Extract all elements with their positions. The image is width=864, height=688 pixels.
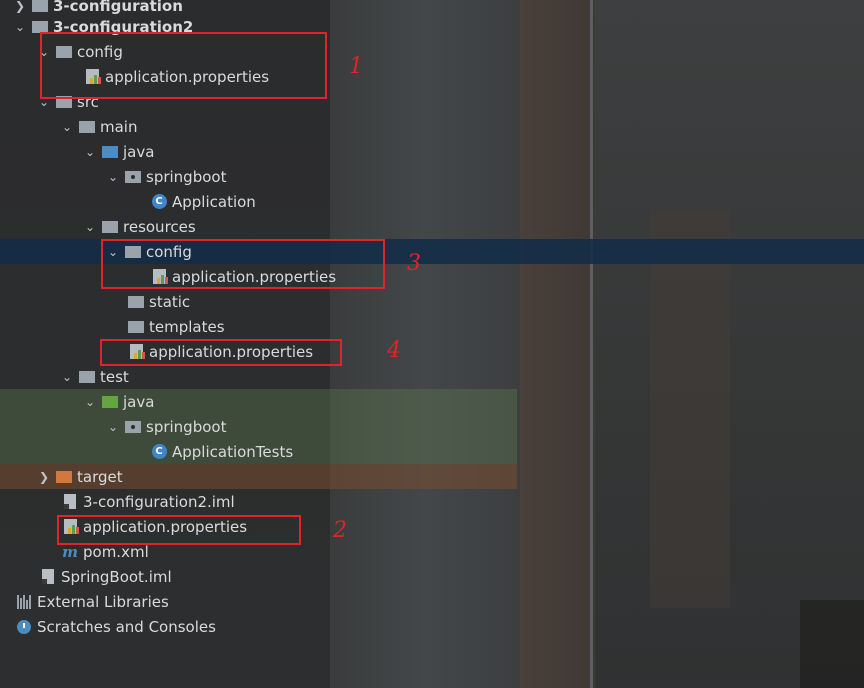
tree-item-label: test	[100, 367, 129, 386]
libraries-icon	[16, 594, 32, 610]
annotation-box-2	[57, 515, 301, 545]
iml-file-icon	[40, 569, 56, 585]
annotation-number-2: 2	[333, 518, 347, 543]
tree-row-templates[interactable]: templates	[0, 314, 864, 339]
chevron-down-icon[interactable]: ⌄	[59, 119, 75, 135]
spring-class-icon: C	[151, 194, 167, 210]
chevron-down-icon[interactable]: ⌄	[105, 169, 121, 185]
tree-item-label: 3-configuration	[53, 0, 183, 15]
annotation-number-4: 4	[387, 338, 401, 363]
chevron-down-icon[interactable]: ⌄	[105, 419, 121, 435]
tree-item-label: static	[149, 292, 191, 311]
tree-row-application-tests-class[interactable]: C ApplicationTests	[0, 439, 517, 464]
folder-icon	[128, 319, 144, 335]
scratches-icon	[16, 619, 32, 635]
tree-item-label: templates	[149, 317, 225, 336]
tree-item-label: ApplicationTests	[172, 442, 294, 461]
tree-item-label: pom.xml	[83, 542, 149, 561]
module-folder-icon	[32, 0, 48, 14]
tree-item-label: External Libraries	[37, 592, 169, 611]
package-icon	[125, 169, 141, 185]
tree-item-label: Scratches and Consoles	[37, 617, 216, 636]
folder-icon	[79, 369, 95, 385]
tree-item-label: java	[123, 392, 155, 411]
tree-item-label: java	[123, 142, 155, 161]
tree-row-test-java[interactable]: ⌄ java	[0, 389, 517, 414]
annotation-box-1	[40, 32, 327, 99]
resources-folder-icon	[102, 219, 118, 235]
iml-file-icon	[62, 494, 78, 510]
chevron-down-icon[interactable]: ⌄	[82, 144, 98, 160]
package-icon	[125, 419, 141, 435]
chevron-right-icon[interactable]: ❯	[12, 0, 28, 14]
annotation-number-3: 3	[407, 251, 421, 276]
chevron-down-icon[interactable]: ⌄	[82, 219, 98, 235]
folder-icon	[79, 119, 95, 135]
tree-item-label: SpringBoot.iml	[61, 567, 172, 586]
tree-row-test[interactable]: ⌄ test	[0, 364, 864, 389]
tree-row-main[interactable]: ⌄ main	[0, 114, 864, 139]
tree-item-label: Application	[172, 192, 256, 211]
source-folder-icon	[102, 144, 118, 160]
tree-row-resources[interactable]: ⌄ resources	[0, 214, 864, 239]
folder-icon	[128, 294, 144, 310]
annotation-box-3	[101, 239, 385, 289]
tree-row-external-libraries[interactable]: External Libraries	[0, 589, 864, 614]
chevron-down-icon[interactable]: ⌄	[82, 394, 98, 410]
tree-row-scratches[interactable]: Scratches and Consoles	[0, 614, 864, 639]
tree-item-label: springboot	[146, 417, 227, 436]
tree-row-application-class[interactable]: C Application	[0, 189, 864, 214]
chevron-right-icon[interactable]: ❯	[36, 469, 52, 485]
annotation-number-1: 1	[349, 54, 363, 79]
tree-item-label: target	[77, 467, 123, 486]
annotation-box-4	[100, 339, 342, 366]
tree-row-main-springboot[interactable]: ⌄ springboot	[0, 164, 864, 189]
test-source-folder-icon	[102, 394, 118, 410]
chevron-down-icon[interactable]: ⌄	[12, 19, 28, 35]
chevron-down-icon[interactable]: ⌄	[59, 369, 75, 385]
tree-row-static[interactable]: static	[0, 289, 864, 314]
tree-row-test-springboot[interactable]: ⌄ springboot	[0, 414, 517, 439]
excluded-folder-icon	[56, 469, 72, 485]
tree-item-label: 3-configuration2.iml	[83, 492, 235, 511]
tree-row-module-iml[interactable]: 3-configuration2.iml	[0, 489, 864, 514]
class-icon: C	[151, 444, 167, 460]
maven-icon: m	[62, 542, 78, 561]
tree-row-springboot-iml[interactable]: SpringBoot.iml	[0, 564, 864, 589]
tree-item-label: springboot	[146, 167, 227, 186]
tree-row-target[interactable]: ❯ target	[0, 464, 517, 489]
tree-item-label: main	[100, 117, 138, 136]
tree-item-label: resources	[123, 217, 196, 236]
tree-row-main-java[interactable]: ⌄ java	[0, 139, 864, 164]
